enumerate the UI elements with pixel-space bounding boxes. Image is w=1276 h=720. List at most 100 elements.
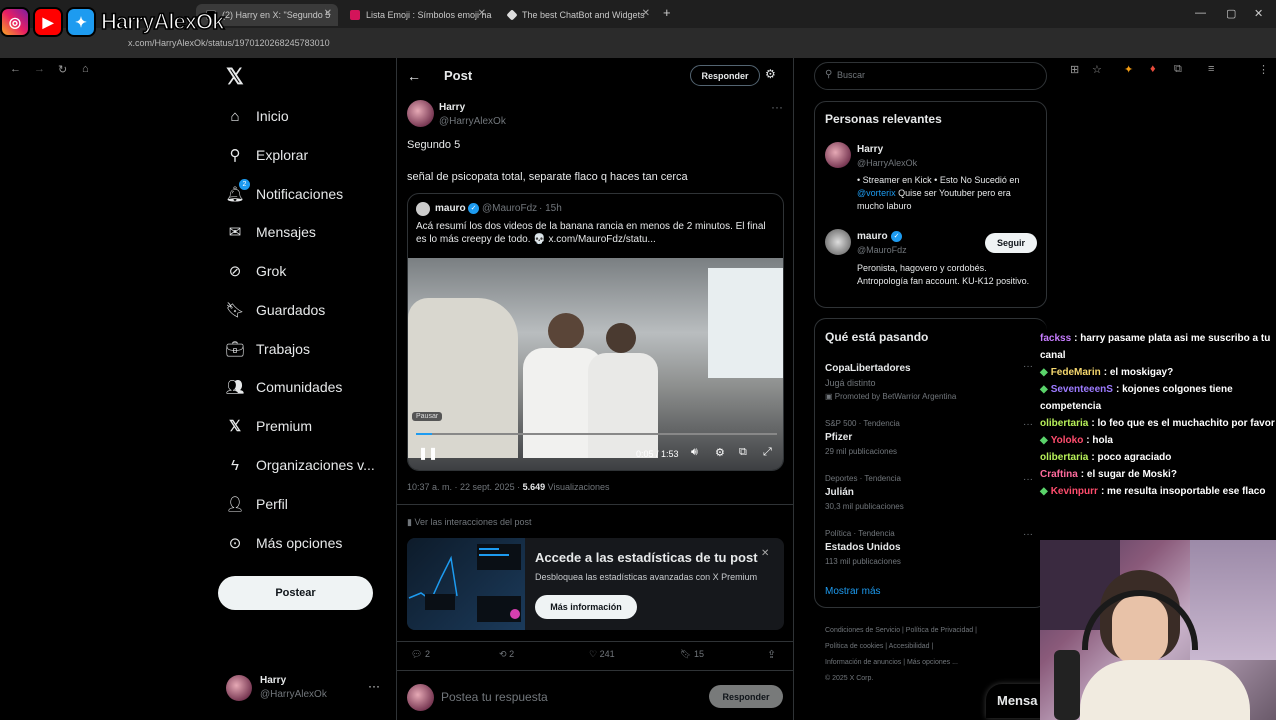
home-browser-icon[interactable]: ⌂ (82, 63, 89, 75)
close-icon[interactable]: ✕ (642, 8, 650, 19)
reload-icon[interactable]: ↻ (58, 63, 67, 76)
reply-submit-button[interactable]: Responder (709, 685, 783, 708)
trend-more-icon[interactable]: ··· (1023, 474, 1033, 485)
menu-icon[interactable]: ⋮ (1258, 63, 1269, 76)
sidebar-item-mensajes[interactable]: ✉ Mensajes (226, 223, 316, 241)
chat-message: olibertaria: lo feo que es el muchachito… (1038, 415, 1276, 432)
reply-action[interactable]: 💬︎ 2 (411, 649, 430, 660)
comment-icon: 💬︎ (411, 649, 423, 659)
sidebar-item-comunidades[interactable]: 👥︎ Comunidades (225, 378, 342, 396)
trend-item[interactable]: CopaLibertadores Jugá distinto ▣ Promote… (825, 363, 956, 401)
trend-more-icon[interactable]: ··· (1023, 419, 1033, 430)
tab-chatbot[interactable]: The best ChatBot and Widgets ✕ (498, 4, 656, 26)
more-info-button[interactable]: Más información (535, 595, 637, 619)
trend-item[interactable]: S&P 500 · Tendencia Pfizer 29 mil public… (825, 419, 900, 456)
sidebar-item-organizaciones[interactable]: ϟ Organizaciones v... (226, 456, 375, 474)
footer-line[interactable]: Condiciones de Servicio | Política de Pr… (825, 623, 977, 639)
chat-username: olibertaria (1040, 452, 1089, 463)
media-icon[interactable]: ≡ (1208, 63, 1214, 75)
trend-item[interactable]: Deportes · Tendencia Julián 30,3 mil pub… (825, 474, 904, 511)
bookmark-action[interactable]: 🔖︎ 15 (680, 649, 704, 660)
close-icon[interactable]: ✕ (761, 548, 769, 559)
post-more-icon[interactable]: ··· (771, 100, 783, 114)
close-icon[interactable]: ✕ (324, 8, 332, 19)
video-progress-track[interactable] (416, 433, 777, 435)
author-avatar[interactable] (407, 100, 434, 127)
sidebar-item-grok[interactable]: ⊘ Grok (226, 262, 287, 280)
chat-message: Craftina: el sugar de Moski? (1038, 466, 1276, 483)
show-more-link[interactable]: Mostrar más (825, 586, 881, 597)
person-avatar[interactable] (825, 229, 851, 255)
forward-icon[interactable]: → (34, 63, 45, 75)
trend-item[interactable]: Política · Tendencia Estados Unidos 113 … (825, 529, 901, 566)
close-icon[interactable]: ✕ (478, 8, 486, 19)
video-progress-fill (416, 433, 432, 435)
sidebar-item-notificaciones[interactable]: 🔔︎ 2 Notificaciones (225, 179, 344, 203)
minimize-icon[interactable]: — (1195, 7, 1206, 19)
share-icon[interactable]: ⇪ (767, 648, 776, 661)
account-switcher[interactable]: Harry @HarryAlexOk ··· (226, 673, 386, 705)
trend-more-icon[interactable]: ··· (1023, 361, 1033, 372)
sidebar-item-guardados[interactable]: 🔖︎ Guardados (225, 301, 325, 319)
person-name[interactable]: Harry (857, 144, 883, 155)
sidebar-item-explorar[interactable]: ⚲ Explorar (226, 146, 309, 164)
sidebar-item-trabajos[interactable]: 💼︎ Trabajos (225, 340, 309, 358)
sidebar-item-inicio[interactable]: ⌂ Inicio (226, 107, 288, 125)
more-icon[interactable]: ··· (368, 679, 380, 693)
back-arrow-icon[interactable]: ← (407, 68, 421, 84)
close-window-icon[interactable]: ✕ (1254, 7, 1263, 20)
extension-icon[interactable]: ✦ (1124, 63, 1133, 76)
promo-title: Accede a las estadísticas de tu post (535, 550, 758, 565)
trend-more-icon[interactable]: ··· (1023, 529, 1033, 540)
header-reply-button[interactable]: Responder (690, 65, 760, 86)
sidebar-item-premium[interactable]: 𝕏 Premium (226, 417, 312, 435)
sidebar-item-mas-opciones[interactable]: ⊙ Más opciones (226, 534, 343, 552)
person-handle[interactable]: @MauroFdz (857, 245, 907, 255)
author-handle[interactable]: @HarryAlexOk (439, 116, 506, 127)
tab-label: The best ChatBot and Widgets (522, 10, 645, 20)
person-name[interactable]: mauro (857, 231, 888, 242)
x-logo-icon[interactable]: 𝕏 (226, 64, 244, 90)
search-box[interactable]: ⚲ Buscar (814, 62, 1047, 90)
volume-icon[interactable]: 🔊︎ (691, 446, 698, 459)
pause-icon[interactable]: ❚❚ (418, 446, 438, 460)
messages-drawer[interactable]: Mensa (986, 684, 1046, 718)
footer-line[interactable]: Información de anuncios | Más opciones .… (825, 655, 977, 671)
like-action[interactable]: ♡ 241 (589, 649, 615, 660)
sidebar-item-label: Organizaciones v... (256, 457, 375, 473)
tab-emoji[interactable]: Lista Emoji : Símbolos emoji na ✕ (340, 4, 492, 26)
chat-text: : lo feo que es el muchachito por favor (1091, 418, 1275, 429)
person-handle[interactable]: @HarryAlexOk (857, 158, 917, 168)
settings-icon[interactable]: ⚙ (715, 446, 725, 459)
repost-action[interactable]: ⟲ 2 (499, 649, 514, 660)
install-icon[interactable]: ⊞ (1070, 63, 1079, 76)
extension-red-icon[interactable]: ♦ (1150, 63, 1156, 75)
url-field[interactable]: x.com/HarryAlexOk/status/197012026824578… (104, 33, 1054, 53)
author-name[interactable]: Harry (439, 102, 465, 113)
fullscreen-icon[interactable]: ⤢ (763, 446, 772, 459)
bio-link[interactable]: @vorterix (857, 188, 896, 198)
badge-gem-icon: ◆ (1040, 384, 1048, 395)
sidebar-item-label: Notificaciones (256, 186, 344, 202)
search-input[interactable]: Buscar (837, 70, 865, 80)
footer-line[interactable]: Política de cookies | Accesibilidad | (825, 639, 977, 655)
follow-button[interactable]: Seguir (985, 233, 1037, 253)
settings-sliders-icon[interactable]: ⚙ (765, 67, 776, 81)
post-button[interactable]: Postear (218, 576, 373, 610)
chat-username: SeventeeenS (1050, 384, 1113, 395)
view-interactions-link[interactable]: ▮ Ver las interacciones del post (407, 517, 532, 528)
new-tab-button[interactable]: + (663, 5, 671, 20)
person-avatar[interactable] (825, 142, 851, 168)
trend-name: Pfizer (825, 432, 853, 443)
video-player[interactable]: Pausar ❚❚ 0:05 / 1:53 🔊︎ ⚙ ⧉ ⤢ (408, 258, 783, 470)
sidebar-item-perfil[interactable]: 👤︎ Perfil (225, 495, 287, 513)
star-icon[interactable]: ☆ (1092, 63, 1102, 76)
reply-input[interactable]: Postea tu respuesta (441, 690, 548, 704)
promo-subtitle: Desbloquea las estadísticas avanzadas co… (535, 572, 758, 582)
pip-icon[interactable]: ⧉ (739, 446, 747, 459)
maximize-icon[interactable]: ▢ (1226, 7, 1236, 20)
puzzle-icon[interactable]: ⧉ (1174, 63, 1182, 76)
back-icon[interactable]: ← (10, 63, 21, 75)
relevant-people-card: Personas relevantes Harry @HarryAlexOk •… (814, 101, 1047, 308)
quoted-post[interactable]: mauro ✓ @MauroFdz · 15h Acá resumí los d… (407, 193, 784, 471)
